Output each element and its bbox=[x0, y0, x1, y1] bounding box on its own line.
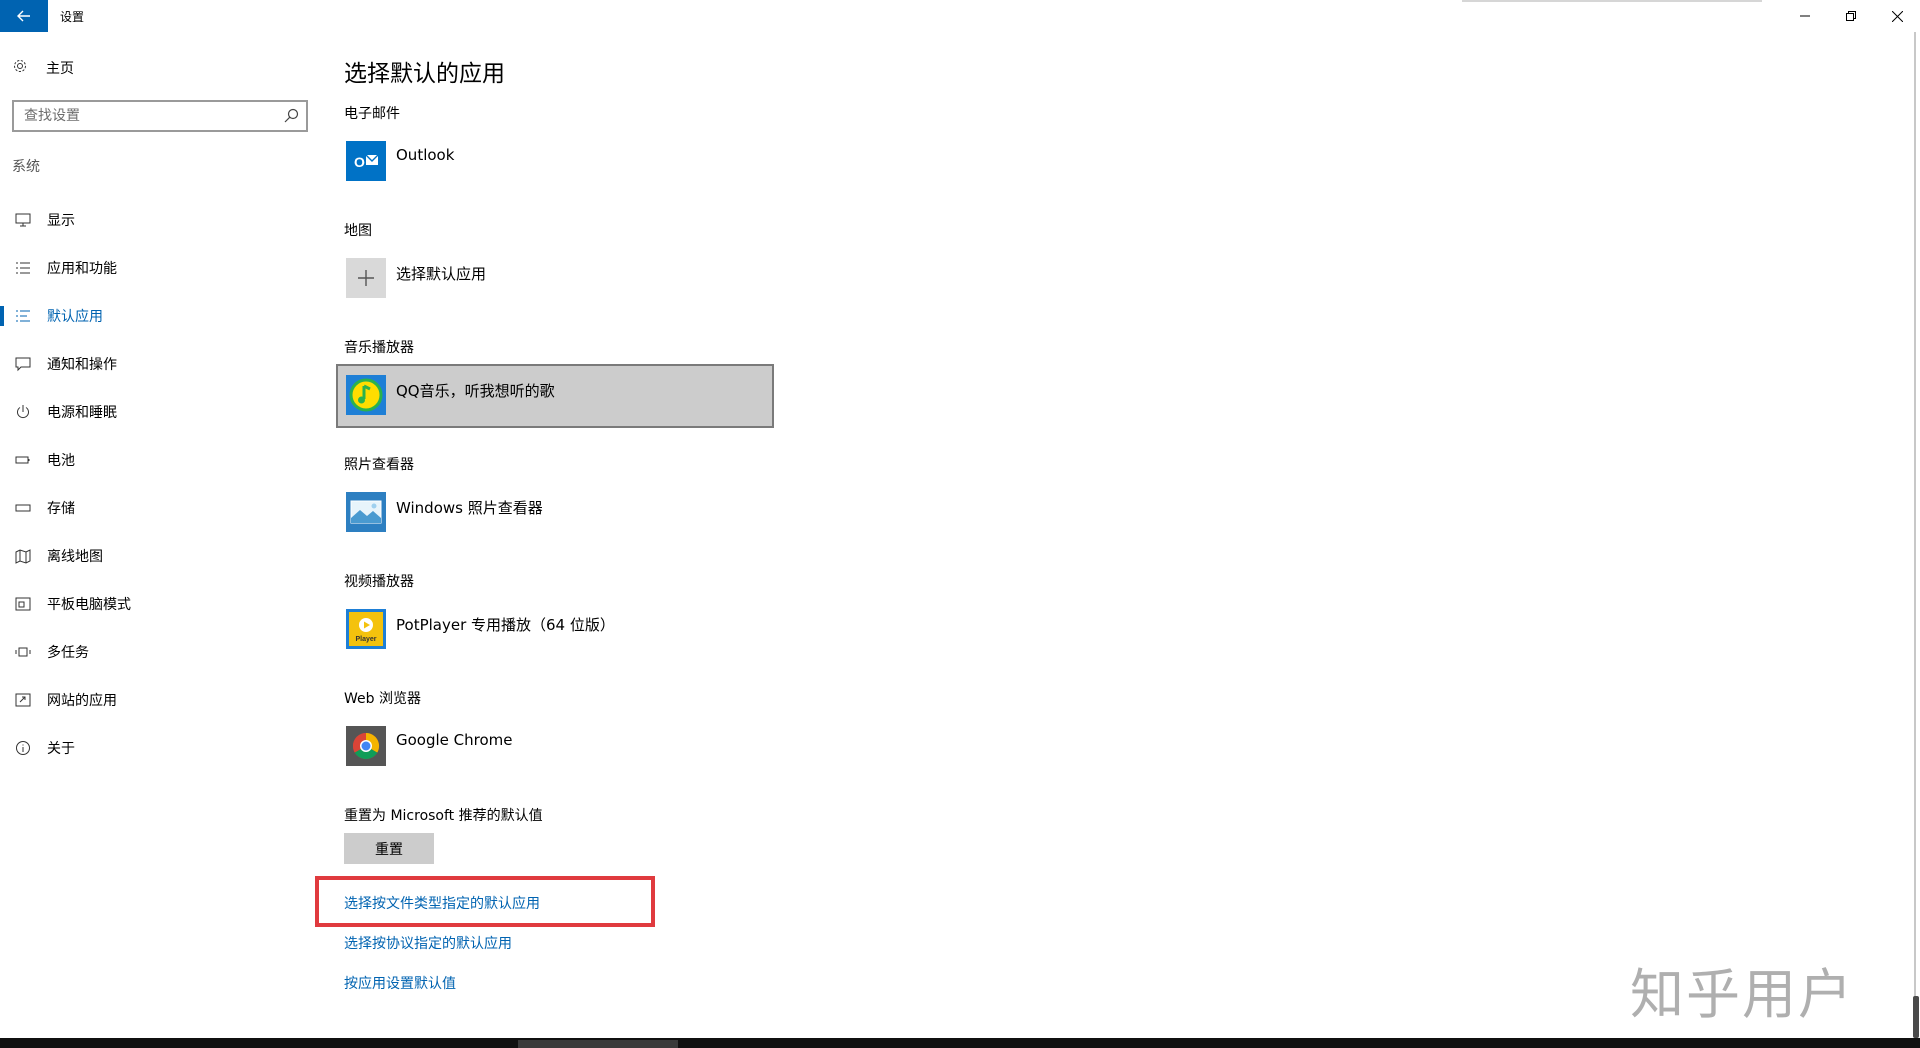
category-label-email: 电子邮件 bbox=[344, 106, 400, 122]
sidebar-nav: 显示 应用和功能 默认应用 通知和操作 电源和睡眠 电池 存储 离线地图 平板电… bbox=[0, 196, 320, 772]
back-button[interactable] bbox=[0, 0, 48, 32]
sidebar-home[interactable]: 主页 bbox=[12, 56, 74, 80]
default-app-email[interactable]: O Outlook bbox=[336, 130, 774, 194]
sidebar-item-label: 电源和睡眠 bbox=[47, 405, 117, 421]
scrollbar[interactable] bbox=[1912, 32, 1920, 1038]
tablet-icon bbox=[14, 595, 32, 613]
close-button[interactable] bbox=[1874, 0, 1920, 32]
app-name: Windows 照片查看器 bbox=[396, 499, 543, 517]
sidebar-item-label: 关于 bbox=[47, 741, 75, 757]
title-bar: 设置 bbox=[0, 0, 1920, 32]
search-input[interactable] bbox=[14, 102, 274, 130]
gear-icon bbox=[12, 58, 34, 78]
category-label-maps: 地图 bbox=[344, 223, 372, 239]
app-name: QQ音乐，听我想听的歌 bbox=[396, 382, 555, 400]
sidebar-item-label: 平板电脑模式 bbox=[47, 597, 131, 613]
reset-label: 重置为 Microsoft 推荐的默认值 bbox=[344, 808, 543, 824]
app-name: Google Chrome bbox=[396, 731, 513, 749]
svg-text:O: O bbox=[354, 154, 365, 170]
sidebar-item-label: 网站的应用 bbox=[47, 693, 117, 709]
sidebar-item-battery[interactable]: 电池 bbox=[0, 436, 320, 484]
close-icon bbox=[1891, 10, 1903, 22]
search-icon[interactable] bbox=[282, 107, 300, 125]
plus-icon bbox=[346, 258, 386, 298]
default-apps-icon bbox=[14, 307, 32, 325]
minimize-icon bbox=[1800, 15, 1810, 17]
app-name: Outlook bbox=[396, 146, 455, 164]
section-label: 系统 bbox=[12, 159, 40, 175]
sidebar-item-offline-maps[interactable]: 离线地图 bbox=[0, 532, 320, 580]
notification-icon bbox=[14, 355, 32, 373]
sidebar-item-about[interactable]: 关于 bbox=[0, 724, 320, 772]
sidebar-home-label: 主页 bbox=[46, 61, 74, 77]
sidebar-item-apps-for-websites[interactable]: 网站的应用 bbox=[0, 676, 320, 724]
sidebar-item-label: 电池 bbox=[47, 453, 75, 469]
reset-button[interactable]: 重置 bbox=[344, 833, 434, 864]
multitask-icon bbox=[14, 643, 32, 661]
category-label-photos: 照片查看器 bbox=[344, 457, 414, 473]
search-box[interactable] bbox=[12, 100, 308, 132]
sidebar-item-label: 默认应用 bbox=[47, 309, 103, 325]
link-app-defaults[interactable]: 按应用设置默认值 bbox=[344, 973, 456, 993]
sidebar-item-notifications[interactable]: 通知和操作 bbox=[0, 340, 320, 388]
monitor-icon bbox=[14, 211, 32, 229]
qq-music-icon bbox=[346, 375, 386, 415]
arrow-left-icon bbox=[17, 10, 30, 22]
default-app-browser[interactable]: Google Chrome bbox=[336, 715, 774, 779]
scrollbar-track[interactable] bbox=[1914, 32, 1916, 1022]
sidebar-item-apps[interactable]: 应用和功能 bbox=[0, 244, 320, 292]
restore-button[interactable] bbox=[1828, 0, 1874, 32]
category-label-music: 音乐播放器 bbox=[344, 340, 414, 356]
sidebar-item-storage[interactable]: 存储 bbox=[0, 484, 320, 532]
active-indicator bbox=[0, 306, 4, 326]
photo-viewer-icon bbox=[346, 492, 386, 532]
scrollbar-thumb[interactable] bbox=[1913, 996, 1919, 1038]
sidebar-item-label: 存储 bbox=[47, 501, 75, 517]
minimize-button[interactable] bbox=[1782, 0, 1828, 32]
default-app-video[interactable]: Player PotPlayer 专用播放（64 位版） bbox=[336, 598, 774, 662]
outlook-icon: O bbox=[346, 141, 386, 181]
default-app-photos[interactable]: Windows 照片查看器 bbox=[336, 481, 774, 545]
sidebar-item-tablet-mode[interactable]: 平板电脑模式 bbox=[0, 580, 320, 628]
window-title: 设置 bbox=[60, 10, 85, 24]
link-file-type-defaults[interactable]: 选择按文件类型指定的默认应用 bbox=[344, 893, 540, 913]
sidebar-item-label: 离线地图 bbox=[47, 549, 103, 565]
restore-icon bbox=[1846, 11, 1856, 21]
storage-icon bbox=[14, 499, 32, 517]
chrome-icon bbox=[346, 726, 386, 766]
list-icon bbox=[14, 259, 32, 277]
category-label-browser: Web 浏览器 bbox=[344, 691, 421, 707]
power-icon bbox=[14, 403, 32, 421]
link-protocol-defaults[interactable]: 选择按协议指定的默认应用 bbox=[344, 933, 512, 953]
taskbar-active-app[interactable] bbox=[518, 1040, 678, 1048]
sidebar-item-label: 应用和功能 bbox=[47, 261, 117, 277]
potplayer-icon: Player bbox=[346, 609, 386, 649]
page-title: 选择默认的应用 bbox=[344, 61, 505, 87]
map-icon bbox=[14, 547, 32, 565]
default-app-music[interactable]: QQ音乐，听我想听的歌 bbox=[336, 364, 774, 428]
sidebar-item-multitasking[interactable]: 多任务 bbox=[0, 628, 320, 676]
sidebar-item-default-apps[interactable]: 默认应用 bbox=[0, 292, 320, 340]
sidebar-item-power[interactable]: 电源和睡眠 bbox=[0, 388, 320, 436]
sidebar-item-label: 显示 bbox=[47, 213, 75, 229]
sidebar-item-display[interactable]: 显示 bbox=[0, 196, 320, 244]
battery-icon bbox=[14, 451, 32, 469]
info-icon bbox=[14, 739, 32, 757]
app-name: 选择默认应用 bbox=[396, 265, 487, 283]
default-app-maps[interactable]: 选择默认应用 bbox=[336, 247, 774, 311]
popup-shadow bbox=[1462, 0, 1762, 2]
sidebar-item-label: 多任务 bbox=[47, 645, 89, 661]
web-apps-icon bbox=[14, 691, 32, 709]
taskbar bbox=[0, 1038, 1920, 1048]
watermark: 知乎用户 bbox=[1630, 963, 1854, 1026]
sidebar-item-label: 通知和操作 bbox=[47, 357, 117, 373]
category-label-video: 视频播放器 bbox=[344, 574, 414, 590]
potplayer-icon-label: Player bbox=[355, 636, 377, 643]
app-name: PotPlayer 专用播放（64 位版） bbox=[396, 616, 615, 634]
